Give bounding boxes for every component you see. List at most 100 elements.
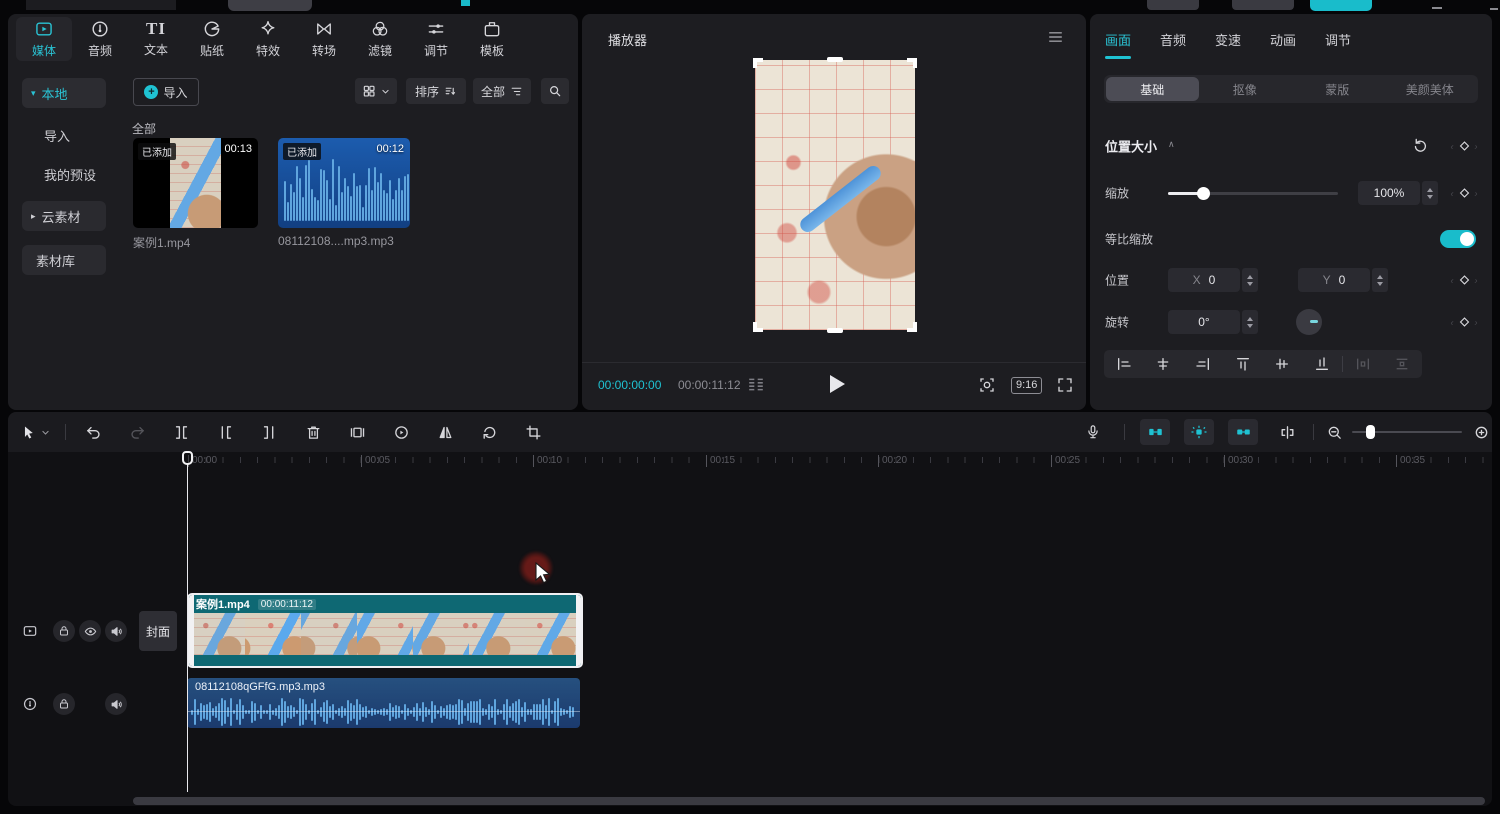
align-top-button[interactable]	[1223, 350, 1263, 378]
freeze-frame-button[interactable]	[345, 420, 369, 444]
subtab-beauty[interactable]: 美颜美体	[1384, 77, 1477, 101]
media-card-audio[interactable]: 已添加 00:12	[278, 138, 410, 228]
sidebar-item-local[interactable]: ▾ 本地	[22, 78, 106, 108]
align-middle-vertical-button[interactable]	[1263, 350, 1303, 378]
preview-canvas[interactable]	[755, 60, 915, 330]
aspect-ratio-button[interactable]: 9:16	[1011, 377, 1042, 394]
trim-right-button[interactable]	[257, 420, 281, 444]
tab-adjust[interactable]: 调节	[408, 17, 464, 61]
sidebar-item-cloud[interactable]: ▸ 云素材	[22, 201, 106, 231]
video-track-lock-button[interactable]	[53, 620, 75, 642]
player-menu-button[interactable]	[1047, 30, 1064, 44]
timeline-zoom-slider[interactable]	[1352, 431, 1462, 433]
rotation-keyframe[interactable]: ‹ ›	[1442, 315, 1486, 330]
window-close-button[interactable]	[1490, 0, 1498, 10]
titlebar-button-2[interactable]	[1232, 0, 1294, 10]
subtab-mask[interactable]: 蒙版	[1291, 77, 1384, 101]
rotation-field[interactable]: 0°	[1168, 310, 1240, 334]
tab-animation[interactable]: 动画	[1270, 30, 1296, 49]
distribute-horizontal-button[interactable]	[1343, 350, 1383, 378]
tab-picture[interactable]: 画面	[1105, 30, 1131, 49]
mirror-button[interactable]	[433, 420, 457, 444]
scale-slider-thumb[interactable]	[1197, 187, 1210, 200]
video-track-mute-button[interactable]	[105, 620, 127, 642]
uniform-scale-toggle[interactable]	[1440, 230, 1476, 248]
align-bottom-button[interactable]	[1302, 350, 1342, 378]
cover-button[interactable]: 封面	[139, 611, 177, 651]
selection-handle-bottom-mid[interactable]	[827, 328, 843, 333]
playhead-line[interactable]	[187, 465, 188, 792]
keyframe-control[interactable]: ‹ ›	[1442, 139, 1486, 154]
record-voiceover-button[interactable]	[1081, 420, 1105, 444]
import-button[interactable]: + 导入	[133, 78, 199, 106]
link-preview-toggle-button[interactable]	[1184, 419, 1214, 445]
titlebar-tab[interactable]	[228, 0, 312, 11]
subtab-basic[interactable]: 基础	[1106, 77, 1199, 101]
titlebar-button-1[interactable]	[1147, 0, 1199, 10]
fullscreen-button[interactable]	[1056, 376, 1074, 394]
delete-button[interactable]	[301, 420, 325, 444]
selection-handle-top-mid[interactable]	[827, 57, 843, 62]
tab-media[interactable]: 媒体	[16, 17, 72, 61]
fit-timeline-button[interactable]	[1275, 420, 1299, 444]
tab-transitions[interactable]: 转场	[296, 17, 352, 61]
view-mode-button[interactable]	[355, 78, 397, 104]
video-clip-right-trim-handle[interactable]	[576, 595, 581, 666]
tab-sticker[interactable]: 贴纸	[184, 17, 240, 61]
sidebar-item-import[interactable]: 导入	[22, 120, 106, 150]
align-left-button[interactable]	[1104, 350, 1144, 378]
position-y-field[interactable]: Y 0	[1298, 268, 1370, 292]
timeline-scrollbar[interactable]	[133, 797, 1485, 805]
tab-text[interactable]: TI 文本	[128, 17, 184, 61]
reset-button[interactable]	[1412, 137, 1429, 154]
sidebar-item-presets[interactable]: 我的预设	[22, 159, 116, 189]
zoom-out-button[interactable]	[1322, 420, 1346, 444]
selection-handle-top-left-v[interactable]	[753, 58, 757, 68]
position-x-field[interactable]: X 0	[1168, 268, 1240, 292]
media-card-video[interactable]: 已添加 00:13	[133, 138, 258, 228]
selection-handle-bottom-left-v[interactable]	[753, 322, 757, 332]
sort-button[interactable]: 排序	[406, 78, 466, 104]
scale-value-field[interactable]: 100%	[1358, 181, 1420, 205]
caption-list-icon[interactable]	[745, 376, 767, 393]
search-button[interactable]	[541, 78, 569, 104]
playhead[interactable]	[182, 451, 193, 465]
video-track-visibility-button[interactable]	[79, 620, 101, 642]
reverse-button[interactable]	[389, 420, 413, 444]
select-tool-button[interactable]	[16, 420, 40, 444]
timeline-video-clip[interactable]: 案例1.mp4 00:00:11:12	[187, 593, 583, 668]
tab-filters[interactable]: 滤镜	[352, 17, 408, 61]
split-button[interactable]	[169, 420, 193, 444]
filter-button[interactable]: 全部	[473, 78, 531, 104]
tab-audio-props[interactable]: 音频	[1160, 30, 1186, 49]
subtab-cutout[interactable]: 抠像	[1199, 77, 1292, 101]
redo-button[interactable]	[125, 420, 149, 444]
tab-audio[interactable]: 音频	[72, 17, 128, 61]
select-tool-chevron-icon[interactable]	[38, 420, 52, 444]
rotation-stepper[interactable]	[1242, 310, 1258, 334]
timeline-audio-clip[interactable]: 08112108qGFfG.mp3.mp3	[187, 678, 580, 728]
preview-quality-button[interactable]	[978, 376, 996, 394]
position-keyframe[interactable]: ‹ ›	[1442, 273, 1486, 288]
scale-slider[interactable]	[1168, 192, 1338, 195]
tab-templates[interactable]: 模板	[464, 17, 520, 61]
tab-speed[interactable]: 变速	[1215, 30, 1241, 49]
timeline-zoom-thumb[interactable]	[1366, 425, 1375, 439]
audio-track-lock-button[interactable]	[53, 693, 75, 715]
crop-button[interactable]	[521, 420, 545, 444]
snap-toggle-button[interactable]	[1140, 419, 1170, 445]
audio-track-mute-button[interactable]	[105, 693, 127, 715]
tab-adjust-props[interactable]: 调节	[1325, 30, 1351, 49]
rotation-dial[interactable]	[1296, 309, 1322, 335]
undo-button[interactable]	[81, 420, 105, 444]
scale-stepper[interactable]	[1422, 181, 1438, 205]
selection-handle-top-right-v[interactable]	[913, 58, 917, 68]
timeline-ruler[interactable]: 00:00 00:05 00:10 00:15 00:20 00:25 00:3…	[8, 452, 1492, 474]
play-button[interactable]	[830, 375, 845, 393]
window-minimize-button[interactable]	[1432, 0, 1442, 9]
tab-effects[interactable]: 特效	[240, 17, 296, 61]
sidebar-item-stock[interactable]: 素材库	[22, 245, 106, 275]
rotate-button[interactable]	[477, 420, 501, 444]
export-button[interactable]	[1310, 0, 1372, 11]
zoom-in-button[interactable]	[1469, 420, 1493, 444]
